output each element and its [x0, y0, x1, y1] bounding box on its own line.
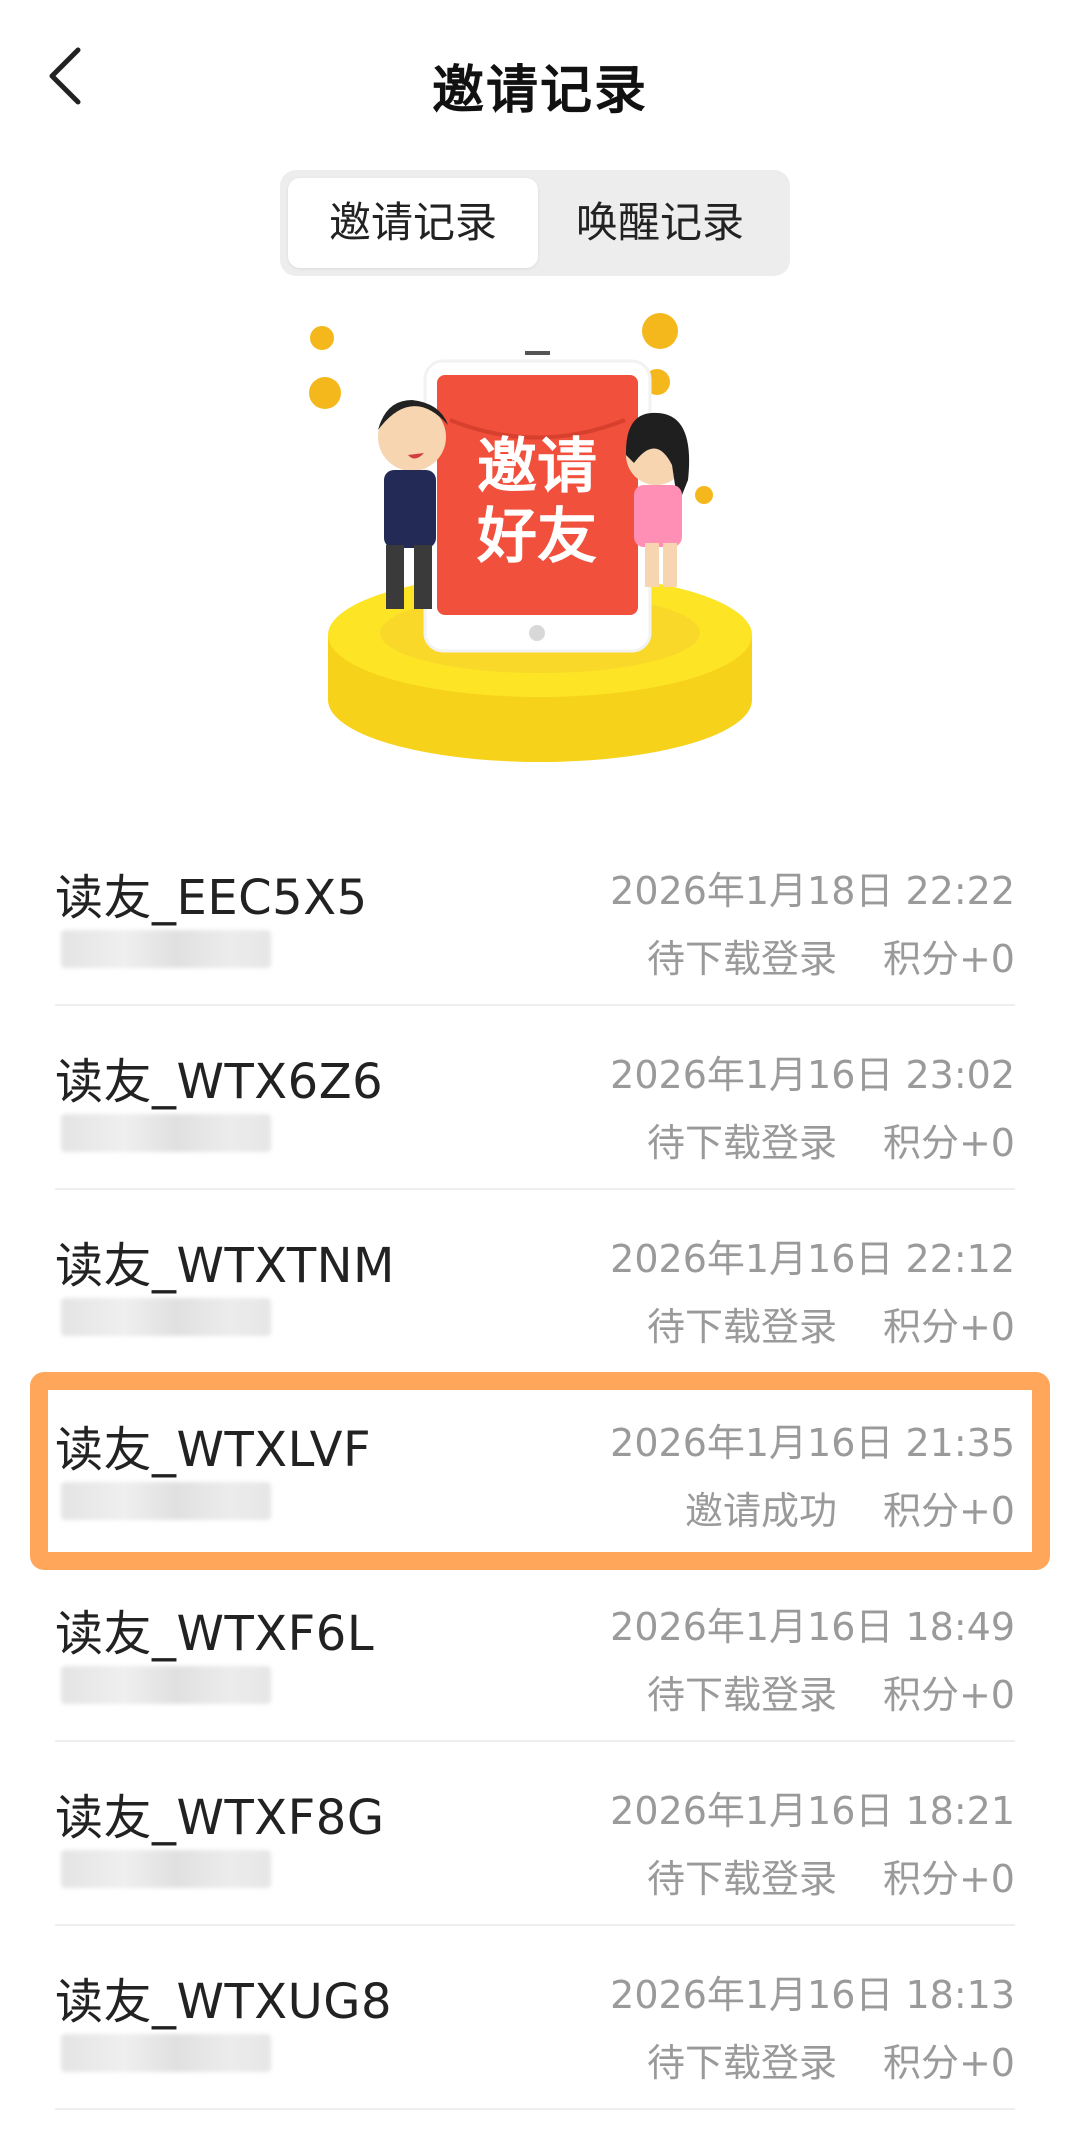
record-phone-blurred — [61, 930, 271, 968]
invite-friends-illustration: 邀请 好友 — [300, 305, 780, 785]
record-status: 待下载登录 — [646, 1121, 837, 1165]
record-row[interactable]: 读友_EEC5X5 2026年1月18日 22:22 待下载登录 积分+0 — [55, 822, 1015, 1006]
record-status: 待下载登录 — [646, 1857, 837, 1901]
record-time: 2026年1月16日 18:13 — [610, 1973, 1015, 2017]
record-phone-blurred — [61, 1666, 271, 1704]
record-row[interactable]: 读友_WTX6Z6 2026年1月16日 23:02 待下载登录 积分+0 — [55, 1006, 1015, 1190]
record-points: 积分+0 — [882, 1305, 1015, 1349]
record-time: 2026年1月18日 22:22 — [610, 869, 1015, 913]
record-phone-blurred — [61, 1850, 271, 1888]
record-phone-blurred — [61, 1114, 271, 1152]
record-points: 积分+0 — [882, 1857, 1015, 1901]
record-time: 2026年1月16日 22:12 — [610, 1237, 1015, 1281]
record-points: 积分+0 — [882, 1673, 1015, 1717]
record-points: 积分+0 — [882, 1121, 1015, 1165]
record-status: 待下载登录 — [646, 1673, 837, 1717]
record-row[interactable]: 读友_WTXUG8 2026年1月16日 18:13 待下载登录 积分+0 — [55, 1926, 1015, 2110]
record-username: 读友_WTXF8G — [55, 1790, 385, 1846]
record-points: 积分+0 — [882, 2041, 1015, 2085]
record-username: 读友_WTXLVF — [55, 1422, 372, 1478]
tab-invite-records[interactable]: 邀请记录 — [288, 178, 538, 268]
record-status: 待下载登录 — [646, 1305, 837, 1349]
record-username: 读友_EEC5X5 — [55, 870, 368, 926]
record-time: 2026年1月16日 23:02 — [610, 1053, 1015, 1097]
record-status: 邀请成功 — [684, 1489, 837, 1533]
svg-text:好友: 好友 — [476, 502, 597, 572]
record-points: 积分+0 — [882, 937, 1015, 981]
record-time: 2026年1月16日 21:35 — [610, 1421, 1015, 1465]
svg-text:邀请: 邀请 — [477, 432, 597, 502]
record-row[interactable]: 读友_WTXF8G 2026年1月16日 18:21 待下载登录 积分+0 — [55, 1742, 1015, 1926]
record-phone-blurred — [61, 1482, 271, 1520]
record-points: 积分+0 — [882, 1489, 1015, 1533]
record-time: 2026年1月16日 18:49 — [610, 1605, 1015, 1649]
record-type-tabs: 邀请记录 唤醒记录 — [280, 170, 790, 276]
invite-illustration-graphic: 邀请 好友 — [309, 313, 752, 762]
record-username: 读友_WTX6Z6 — [55, 1054, 384, 1110]
record-username: 读友_WTXUG8 — [55, 1974, 393, 2030]
record-username: 读友_WTXTNM — [55, 1238, 395, 1294]
record-time: 2026年1月16日 18:21 — [610, 1789, 1015, 1833]
record-status: 待下载登录 — [646, 937, 837, 981]
record-username: 读友_WTXF6L — [55, 1606, 375, 1662]
record-row-highlighted[interactable]: 读友_WTXLVF 2026年1月16日 21:35 邀请成功 积分+0 — [55, 1374, 1015, 1558]
invite-record-list: 读友_EEC5X5 2026年1月18日 22:22 待下载登录 积分+0 读友… — [55, 822, 1015, 2110]
record-phone-blurred — [61, 1298, 271, 1336]
record-row[interactable]: 读友_WTXTNM 2026年1月16日 22:12 待下载登录 积分+0 — [55, 1190, 1015, 1374]
tab-wakeup-records[interactable]: 唤醒记录 — [538, 178, 782, 268]
record-status: 待下载登录 — [646, 2041, 837, 2085]
record-phone-blurred — [61, 2034, 271, 2072]
page-title: 邀请记录 — [431, 61, 648, 121]
record-row[interactable]: 读友_WTXF6L 2026年1月16日 18:49 待下载登录 积分+0 — [55, 1558, 1015, 1742]
top-nav-bar: 邀请记录 — [0, 0, 1080, 160]
